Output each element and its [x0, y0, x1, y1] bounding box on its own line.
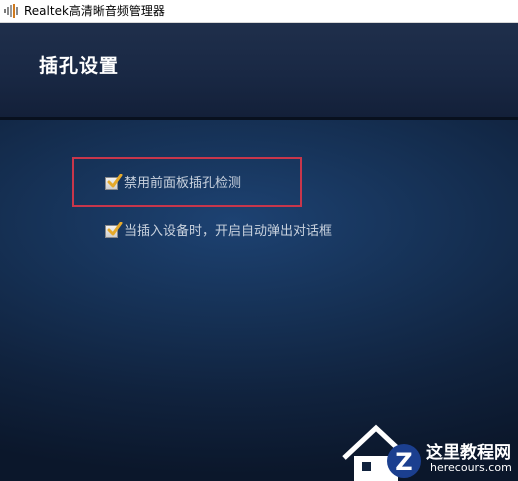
speaker-bars-icon	[4, 4, 18, 18]
house-logo-icon: Z	[342, 424, 421, 481]
window-title: Realtek高清晰音频管理器	[24, 4, 165, 18]
watermark: Z 这里教程网 herecours.com	[340, 420, 518, 481]
checkbox[interactable]	[105, 174, 123, 190]
page-title: 插孔设置	[39, 55, 120, 77]
svg-text:Z: Z	[395, 448, 412, 476]
option-label: 禁用前面板插孔检测	[124, 176, 242, 191]
watermark-url: herecours.com	[430, 461, 512, 474]
check-icon	[107, 174, 123, 188]
section-header: 插孔设置	[0, 23, 518, 117]
option-label: 当插入设备时，开启自动弹出对话框	[124, 224, 333, 239]
window-titlebar: Realtek高清晰音频管理器	[0, 0, 518, 23]
check-icon	[107, 222, 123, 236]
checkbox[interactable]	[105, 222, 123, 238]
watermark-site-name: 这里教程网	[426, 443, 511, 463]
